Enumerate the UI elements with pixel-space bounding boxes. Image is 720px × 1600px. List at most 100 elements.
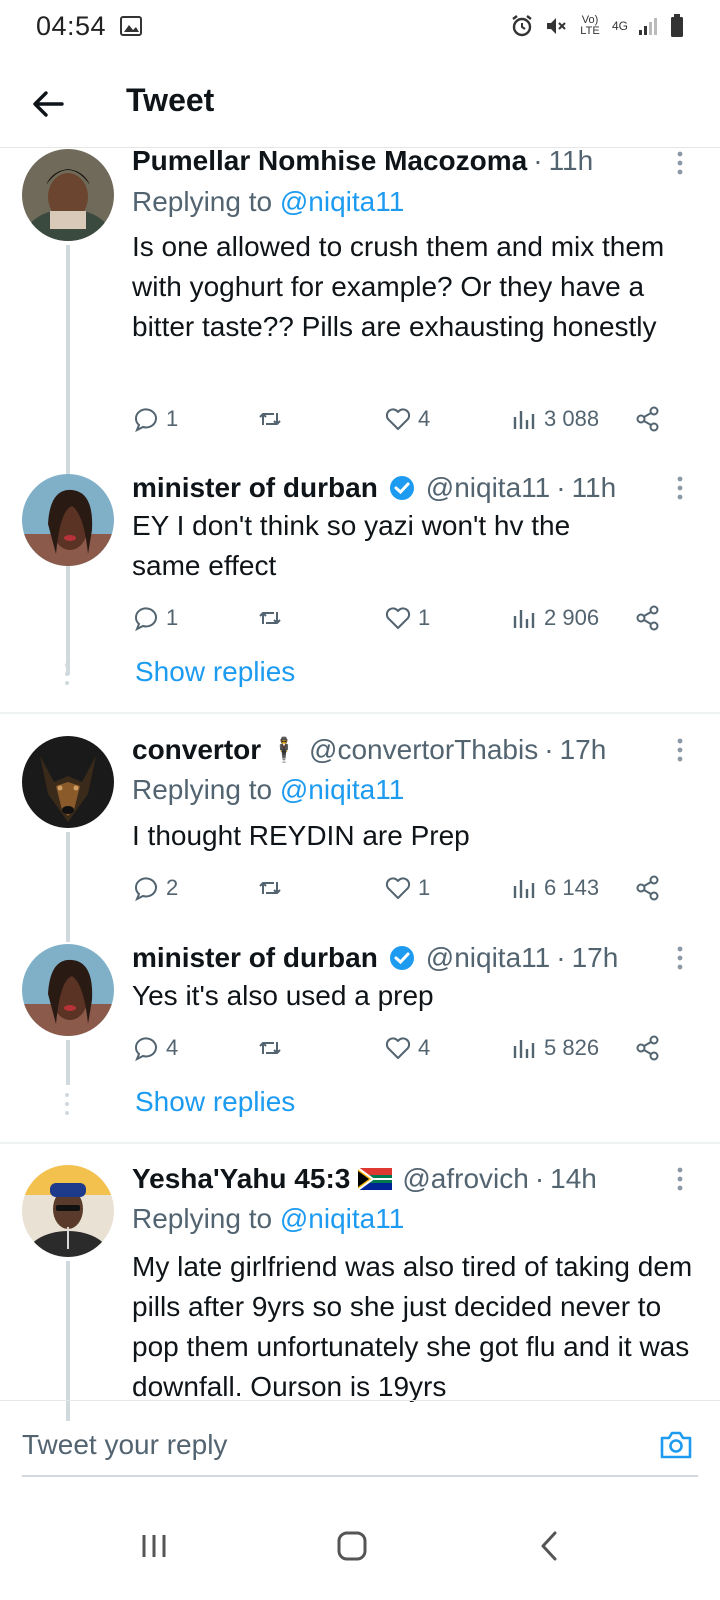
author-handle[interactable]: @niqita11 <box>426 472 550 504</box>
views-button[interactable]: 5 826 <box>510 1028 599 1068</box>
battery-icon <box>671 14 683 37</box>
network-type: 4G <box>611 19 628 33</box>
reply-icon <box>135 1037 157 1062</box>
share-icon <box>636 1035 659 1061</box>
like-count: 4 <box>418 1035 431 1060</box>
more-options-icon[interactable] <box>676 738 684 762</box>
view-count: 2 906 <box>544 605 600 630</box>
alarm-icon <box>512 15 532 37</box>
show-replies-link[interactable]: Show replies <box>135 656 295 688</box>
share-button[interactable] <box>634 1028 662 1068</box>
retweet-button[interactable] <box>256 399 284 439</box>
share-icon <box>636 875 659 901</box>
thread-more-dots <box>65 663 69 685</box>
reply-count: 2 <box>166 875 179 900</box>
views-button[interactable]: 2 906 <box>510 598 599 638</box>
tweet-text: My late girlfriend was also tired of tak… <box>132 1251 693 1402</box>
reply-button[interactable]: 4 <box>132 1028 178 1068</box>
camera-icon[interactable] <box>658 1427 694 1463</box>
retweet-button[interactable] <box>256 868 284 908</box>
author-name[interactable]: Yesha'Yahu 45:3 <box>132 1163 350 1195</box>
avatar[interactable] <box>22 1165 114 1257</box>
tweet-time: 17h <box>571 942 619 973</box>
replying-prefix: Replying to <box>132 774 273 805</box>
author-handle[interactable]: @convertorThabis <box>309 734 538 766</box>
retweet-icon <box>259 413 281 425</box>
retweet-button[interactable] <box>256 598 284 638</box>
share-icon <box>636 605 659 631</box>
tweet-time: 14h <box>550 1163 597 1194</box>
tweet-feed[interactable]: Pumellar Nomhise Macozoma · 11h Replying… <box>0 149 720 1429</box>
thread-more-dots <box>65 1093 69 1115</box>
share-button[interactable] <box>634 598 662 638</box>
tweet-time: 11h <box>571 472 617 503</box>
tweet-header: Yesha'Yahu 45:3 @afrovich · 14h <box>132 1159 674 1199</box>
back-arrow-icon[interactable] <box>28 84 68 124</box>
retweet-icon <box>259 882 281 894</box>
reply-icon <box>135 607 157 632</box>
mention-link[interactable]: @niqita11 <box>280 186 404 217</box>
view-count: 5 826 <box>544 1035 600 1060</box>
tweet-actions: 1 4 3 088 <box>132 399 692 439</box>
tweet-text: EY I don't think so yazi won't hv the sa… <box>132 510 571 581</box>
thread-line <box>66 832 70 942</box>
retweet-icon <box>259 1042 281 1054</box>
author-handle[interactable]: @niqita11 <box>426 942 550 974</box>
avatar[interactable] <box>22 474 114 566</box>
separator-dot: · <box>556 942 566 973</box>
more-options-icon[interactable] <box>676 946 684 970</box>
author-handle[interactable]: @afrovich <box>402 1163 528 1195</box>
like-button[interactable]: 4 <box>384 1028 430 1068</box>
author-name[interactable]: convertor <box>132 734 261 766</box>
share-button[interactable] <box>634 868 662 908</box>
more-options-icon[interactable] <box>676 476 684 500</box>
show-replies-link[interactable]: Show replies <box>135 1086 295 1118</box>
reply-button[interactable]: 1 <box>132 399 178 439</box>
retweet-button[interactable] <box>256 1028 284 1068</box>
thread-line <box>66 1040 70 1085</box>
reply-button[interactable]: 1 <box>132 598 178 638</box>
mention-link[interactable]: @niqita11 <box>280 774 404 805</box>
retweet-icon <box>259 612 281 624</box>
like-button[interactable]: 4 <box>384 399 430 439</box>
home-icon[interactable] <box>332 1526 372 1566</box>
avatar[interactable] <box>22 944 114 1036</box>
tweet-text: I thought REYDIN are Prep <box>132 820 470 851</box>
replying-to: Replying to @niqita11 <box>132 1203 404 1235</box>
tweet-time: 17h <box>559 734 607 765</box>
mention-link[interactable]: @niqita11 <box>280 1203 404 1234</box>
views-icon <box>513 1040 535 1058</box>
author-name[interactable]: minister of durban <box>132 472 378 504</box>
tweet-header: minister of durban @niqita11 · 11h <box>132 468 674 508</box>
avatar[interactable] <box>22 149 114 241</box>
like-icon <box>385 607 411 629</box>
separator-dot: · <box>533 149 543 176</box>
views-icon <box>513 610 535 628</box>
views-button[interactable]: 6 143 <box>510 868 599 908</box>
more-options-icon[interactable] <box>676 1167 684 1191</box>
tweet-actions: 4 4 5 826 <box>132 1028 692 1068</box>
share-button[interactable] <box>634 399 662 439</box>
tweet-text: Is one allowed to crush them and mix the… <box>132 231 665 342</box>
gallery-notification-icon <box>120 16 143 36</box>
back-nav-icon[interactable] <box>530 1526 570 1566</box>
like-button[interactable]: 1 <box>384 598 430 638</box>
recent-apps-icon[interactable] <box>134 1526 174 1566</box>
separator-dot: · <box>544 734 554 765</box>
page-title: Tweet <box>126 82 215 118</box>
reply-composer[interactable]: Tweet your reply <box>0 1400 720 1490</box>
avatar[interactable] <box>22 736 114 828</box>
author-name[interactable]: minister of durban <box>132 942 378 974</box>
person-suit-emoji: 🕴 <box>269 736 300 764</box>
reply-input[interactable]: Tweet your reply <box>22 1429 227 1461</box>
status-bar: 04:54 Vo) LTE 4G <box>0 0 720 52</box>
tweet-actions: 1 1 2 906 <box>132 598 692 638</box>
thread-line <box>66 570 70 675</box>
replying-to: Replying to @niqita11 <box>132 774 404 806</box>
reply-button[interactable]: 2 <box>132 868 178 908</box>
views-button[interactable]: 3 088 <box>510 399 599 439</box>
more-options-icon[interactable] <box>676 151 684 175</box>
like-button[interactable]: 1 <box>384 868 430 908</box>
like-count: 4 <box>418 406 431 431</box>
author-name[interactable]: Pumellar Nomhise Macozoma <box>132 149 527 177</box>
